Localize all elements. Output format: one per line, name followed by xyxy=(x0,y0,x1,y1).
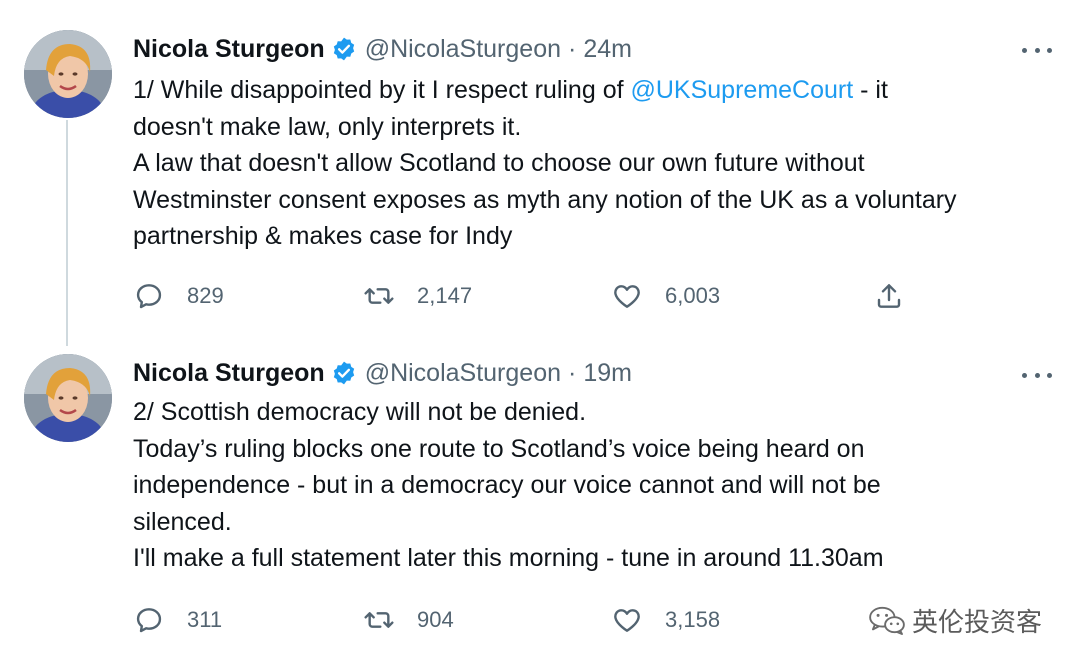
tweet-line: 2/ Scottish democracy will not be denied… xyxy=(133,398,587,426)
separator-dot: · xyxy=(568,34,577,63)
avatar[interactable] xyxy=(24,354,112,442)
tweet-line: A law that doesn't allow Scotland to cho… xyxy=(133,149,865,177)
reply-button[interactable]: 829 xyxy=(133,276,224,316)
reply-icon xyxy=(136,284,162,309)
tweet-actions: 829 2,147 6,003 xyxy=(133,276,913,316)
like-count: 3,158 xyxy=(665,607,721,632)
tweet-line: silenced. xyxy=(133,507,232,536)
verified-badge-icon xyxy=(333,37,354,61)
reply-button[interactable]: 311 xyxy=(133,600,222,640)
tweet-line: doesn't make law, only interprets it. xyxy=(133,112,522,141)
more-options-icon[interactable] xyxy=(1022,45,1052,55)
retweet-count: 2,147 xyxy=(417,283,473,308)
tweet-line: independence - but in a democracy our vo… xyxy=(133,471,881,499)
timestamp[interactable]: 19m xyxy=(583,359,632,388)
separator-dot: · xyxy=(568,358,577,387)
author-name[interactable]: Nicola Sturgeon xyxy=(133,359,325,388)
like-count: 6,003 xyxy=(665,283,721,308)
tweet-actions: 311 904 3,158 xyxy=(133,600,913,640)
author-handle[interactable]: @NicolaSturgeon xyxy=(365,35,561,64)
retweet-icon xyxy=(364,288,394,304)
author-name[interactable]: Nicola Sturgeon xyxy=(133,35,325,64)
avatar-image xyxy=(24,354,112,442)
tweet-1[interactable]: Nicola Sturgeon @NicolaSturgeon · 24m 1/… xyxy=(0,0,1080,340)
tweet-line: Westminster consent exposes as myth any … xyxy=(133,185,957,214)
timestamp[interactable]: 24m xyxy=(583,35,632,64)
tweet-text: 2/ Scottish democracy will not be denied… xyxy=(133,394,1053,577)
share-icon xyxy=(877,284,901,308)
tweet-text-segment: 1/ While disappointed by it I respect ru… xyxy=(133,76,631,104)
like-button[interactable]: 3,158 xyxy=(611,600,720,640)
tweet-header: Nicola Sturgeon @NicolaSturgeon · 24m xyxy=(133,32,632,66)
share-button[interactable] xyxy=(873,276,905,316)
avatar[interactable] xyxy=(24,30,112,118)
heart-icon xyxy=(614,285,640,308)
watermark-text: 英伦投资客 xyxy=(912,607,1043,638)
like-button[interactable]: 6,003 xyxy=(611,276,720,316)
mention-link[interactable]: @UKSupremeCourt xyxy=(631,76,854,104)
retweet-icon xyxy=(364,612,394,628)
author-handle[interactable]: @NicolaSturgeon xyxy=(365,359,561,388)
verified-badge-icon xyxy=(333,361,354,385)
avatar-image xyxy=(24,30,112,118)
heart-icon xyxy=(614,609,640,632)
retweet-button[interactable]: 2,147 xyxy=(363,276,472,316)
reply-count: 829 xyxy=(187,283,224,308)
tweet-header: Nicola Sturgeon @NicolaSturgeon · 19m xyxy=(133,356,632,390)
retweet-count: 904 xyxy=(417,607,454,632)
tweet-line: Today’s ruling blocks one route to Scotl… xyxy=(133,434,865,463)
wechat-icon xyxy=(869,606,905,635)
retweet-button[interactable]: 904 xyxy=(363,600,454,640)
tweet-text-segment: - it xyxy=(853,76,888,104)
tweet-line: I'll make a full statement later this mo… xyxy=(133,544,884,572)
reply-icon xyxy=(136,608,162,633)
tweet-line: 1/ While disappointed by it I respect ru… xyxy=(133,72,1053,109)
reply-count: 311 xyxy=(187,607,223,632)
watermark: 英伦投资客 xyxy=(868,600,1042,640)
tweet-text: 1/ While disappointed by it I respect ru… xyxy=(133,72,1053,255)
tweet-line: partnership & makes case for Indy xyxy=(133,222,513,250)
more-options-icon[interactable] xyxy=(1022,370,1052,380)
